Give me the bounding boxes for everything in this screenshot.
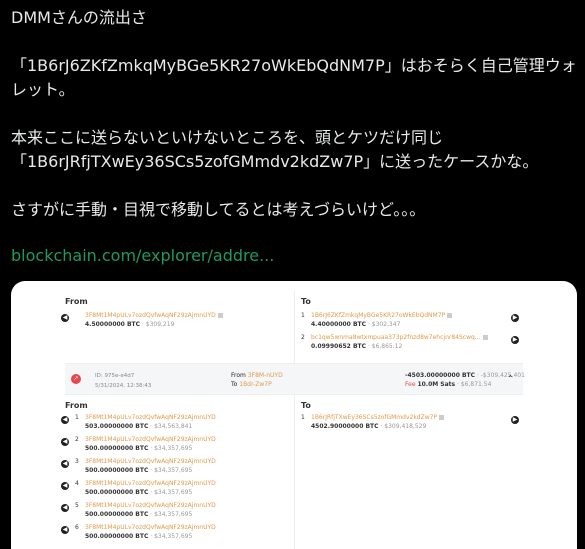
arrow-icon: ▶ <box>511 314 519 322</box>
to-header: To <box>301 401 311 410</box>
post-text-line: レット。 <box>11 80 75 99</box>
usd-value: · $309,418,529 <box>380 423 427 430</box>
amount: 4.50000000 BTC <box>85 321 141 328</box>
to-header: To <box>301 297 311 306</box>
usd-value: · $34,357,695 <box>150 467 193 474</box>
arrow-icon: ◀ <box>61 460 69 468</box>
row-index: 2 <box>75 436 79 443</box>
address-link[interactable]: 3F8Mt1M4pULv7ozdQvfwAqNF29zAjmnUYD <box>85 436 216 443</box>
address-link[interactable]: 3F8Mt1M4pULv7ozdQvfwAqNF29zAjmnUYD <box>85 414 216 421</box>
to-output-row: 2 bc1qw5wnma8wtxmpuaa373p2fnzd8w7ehcjnr84… <box>301 333 488 351</box>
column-divider <box>294 393 295 549</box>
arrow-icon: ▶ <box>511 336 519 344</box>
fee-usd: · $6,871.54 <box>457 381 492 388</box>
from-input-row: 4 3F8Mt1M4pULv7ozdQvfwAqNF29zAjmnUYD 500.0… <box>75 479 216 497</box>
copy-icon[interactable] <box>217 313 223 318</box>
from-input-row: 5 3F8Mt1M4pULv7ozdQvfwAqNF29zAjmnUYD 500.0… <box>75 501 216 519</box>
from-header: From <box>65 297 88 306</box>
arrow-icon: ◀ <box>61 416 69 424</box>
address-link[interactable]: 1B6rJRfjTXwEy36SCs5zofGMmdv2kdZw7P <box>311 414 437 421</box>
copy-icon[interactable] <box>447 313 453 318</box>
to-label: To <box>231 381 238 388</box>
copy-icon[interactable] <box>482 335 488 340</box>
post-text-line: さすがに手動・目視で移動してるとは考えづらいけど。。。 <box>11 200 426 219</box>
to-output-row: 1 1B6rJRfjTXwEy36SCs5zofGMmdv2kdZw7P 4502.… <box>301 413 445 431</box>
to-output-row: 1 1B6rJ6ZKfZmkqMyBGe5KR27oWkEbQdNM7P 4.40… <box>301 311 453 329</box>
arrow-icon: ◀ <box>61 314 69 322</box>
amount: 0.09990652 BTC <box>311 343 367 350</box>
tx-id-block: ID: 975e-e4d7 5/31/2024, 12:38:43 <box>95 371 151 391</box>
fee-value: 10.0M Sats <box>417 381 456 388</box>
usd-value: · $6,865.12 <box>367 343 403 350</box>
row-index: 4 <box>75 480 79 487</box>
address-link[interactable]: 1B6rJ6ZKfZmkqMyBGe5KR27oWkEbQdNM7P <box>311 312 445 319</box>
from-input-row: 1 3F8Mt1M4pULv7ozdQvfwAqNF29zAjmnUYD 503.0… <box>75 413 216 431</box>
usd-value: · $309,219 <box>141 321 175 328</box>
usd-value: · $34,357,695 <box>150 533 193 540</box>
arrow-icon: ◀ <box>61 438 69 446</box>
row-index: 3 <box>75 458 79 465</box>
usd-value: · $34,563,841 <box>150 423 193 430</box>
post-text-line: 「1B6rJ6ZKfZmkqMyBGe5KR27oWkEbQdNM7P」はおそら… <box>11 56 577 75</box>
address-link[interactable]: 3F8Mt1M4pULv7ozdQvfwAqNF29zAjmnUYD <box>85 502 216 509</box>
row-index: 5 <box>75 502 79 509</box>
amount: 500.00000000 BTC <box>85 511 149 518</box>
post-link[interactable]: blockchain.com/explorer/addre... <box>11 244 274 268</box>
from-address-link[interactable]: 3F8M-nUYD <box>248 372 283 379</box>
post-text-line: 「1B6rJRfjTXwEy36SCs5zofGMmdv2kdZw7P」に送った… <box>11 152 539 171</box>
address-link[interactable]: 3F8Mt1M4pULv7ozdQvfwAqNF29zAjmnUYD <box>85 524 216 531</box>
address-link[interactable]: 3F8Mt1M4pULv7ozdQvfwAqNF29zAjmnUYD <box>85 312 216 319</box>
amount: 503.00000000 BTC <box>85 423 149 430</box>
amount: 4.40000000 BTC <box>311 321 367 328</box>
address-link[interactable]: 3F8Mt1M4pULv7ozdQvfwAqNF29zAjmnUYD <box>85 480 216 487</box>
outgoing-tx-icon: ↗ <box>71 374 81 384</box>
arrow-icon: ◀ <box>61 526 69 534</box>
transaction-summary-bar[interactable]: ↗ ID: 975e-e4d7 5/31/2024, 12:38:43 From… <box>65 363 525 395</box>
tx-from-to-block: From 3F8M-nUYD To 1Bdr-Zw7P <box>231 371 283 389</box>
from-header: From <box>65 401 88 410</box>
row-index: 1 <box>301 414 305 421</box>
arrow-icon: ◀ <box>61 482 69 490</box>
row-index: 6 <box>75 524 79 531</box>
post-text-line: 本来ここに送らないといけないところを、頭とケツだけ同じ <box>11 128 444 147</box>
amount: 500.00000000 BTC <box>85 533 149 540</box>
to-address-link[interactable]: 1Bdr-Zw7P <box>239 381 271 388</box>
from-input-row: 3 3F8Mt1M4pULv7ozdQvfwAqNF29zAjmnUYD 500.0… <box>75 457 216 475</box>
arrow-icon: ▶ <box>511 416 519 424</box>
tx-date: 5/31/2024, 12:38:43 <box>95 383 152 389</box>
attached-image[interactable]: From To ◀ 3F8Mt1M4pULv7ozdQvfwAqNF29zAjm… <box>11 281 577 549</box>
from-input-row: 3F8Mt1M4pULv7ozdQvfwAqNF29zAjmnUYD 4.500… <box>85 311 223 329</box>
from-input-row: 2 3F8Mt1M4pULv7ozdQvfwAqNF29zAjmnUYD 500.0… <box>75 435 216 453</box>
row-index: 1 <box>75 414 79 421</box>
tx-amount-usd: · -$309,425,401 <box>476 372 525 379</box>
fee-label: Fee <box>405 381 416 388</box>
usd-value: · $34,357,695 <box>150 511 193 518</box>
collapse-chevron-icon[interactable]: ⌃ <box>507 374 514 383</box>
amount: 500.00000000 BTC <box>85 489 149 496</box>
usd-value: · $34,357,695 <box>150 489 193 496</box>
tx-amount: -4503.00000000 BTC <box>405 372 476 379</box>
amount: 500.00000000 BTC <box>85 467 149 474</box>
address-link[interactable]: 3F8Mt1M4pULv7ozdQvfwAqNF29zAjmnUYD <box>85 458 216 465</box>
address-link[interactable]: bc1qw5wnma8wtxmpuaa373p2fnzd8w7ehcjnr84S… <box>311 334 481 341</box>
row-index: 1 <box>301 312 305 319</box>
post-text-line: DMMさんの流出さ <box>11 8 147 27</box>
arrow-icon: ◀ <box>61 504 69 512</box>
amount: 500.00000000 BTC <box>85 445 149 452</box>
row-index: 2 <box>301 334 305 341</box>
copy-icon[interactable] <box>439 415 445 420</box>
from-input-row: 6 3F8Mt1M4pULv7ozdQvfwAqNF29zAjmnUYD 500.0… <box>75 523 216 541</box>
tx-id[interactable]: ID: 975e-e4d7 <box>95 373 134 379</box>
usd-value: · $34,357,695 <box>150 445 193 452</box>
column-divider <box>294 291 295 363</box>
amount: 4502.90000000 BTC <box>311 423 379 430</box>
usd-value: · $302,347 <box>367 321 401 328</box>
from-label: From <box>231 372 246 379</box>
